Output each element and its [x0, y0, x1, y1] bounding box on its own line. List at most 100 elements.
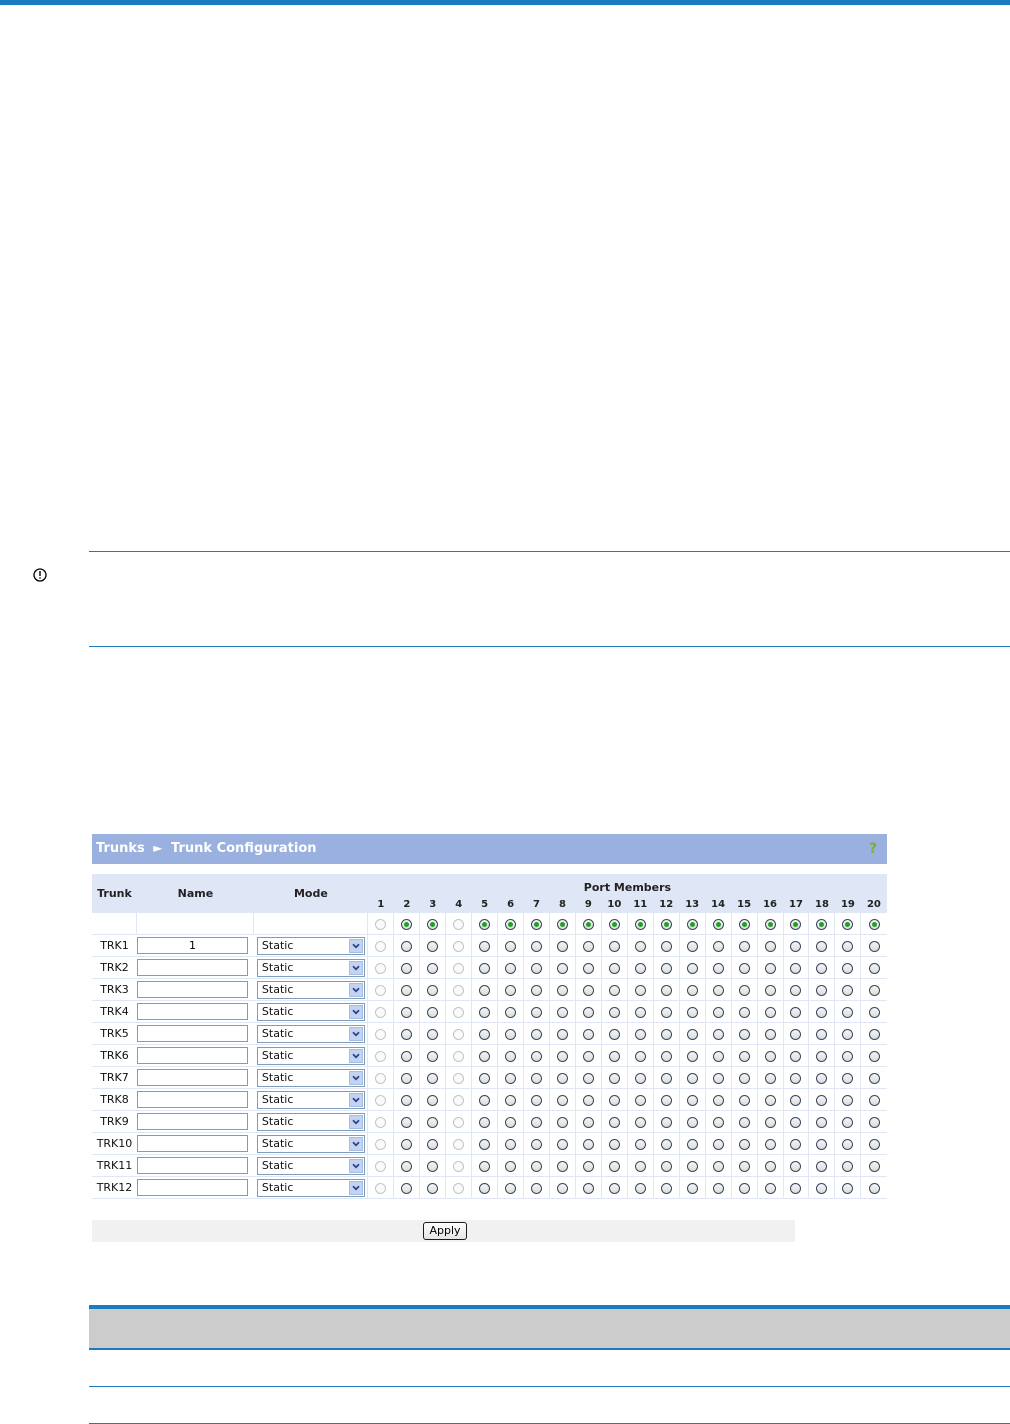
port-member-radio[interactable]	[790, 1050, 802, 1062]
port-member-radio[interactable]	[427, 1050, 439, 1062]
port-member-radio[interactable]	[816, 1182, 828, 1194]
trunk-mode-select[interactable]: Static	[256, 1002, 365, 1021]
port-member-radio[interactable]	[712, 984, 724, 996]
port-member-radio[interactable]	[505, 1028, 517, 1040]
port-member-radio[interactable]	[842, 1094, 854, 1106]
port-member-radio[interactable]	[556, 1182, 568, 1194]
port-member-radio[interactable]	[764, 1182, 776, 1194]
chevron-down-icon[interactable]	[348, 1070, 363, 1085]
port-member-radio[interactable]	[842, 1116, 854, 1128]
select-all-port-radio[interactable]	[531, 918, 542, 930]
port-member-radio[interactable]	[479, 1094, 491, 1106]
port-member-radio[interactable]	[712, 962, 724, 974]
port-member-radio[interactable]	[531, 1028, 542, 1040]
select-all-port-radio[interactable]	[634, 918, 646, 930]
port-member-radio[interactable]	[764, 940, 776, 952]
trunk-name-input[interactable]	[136, 937, 248, 954]
port-member-radio[interactable]	[868, 1116, 880, 1128]
port-member-radio[interactable]	[816, 1050, 828, 1062]
trunk-name-input[interactable]	[136, 1047, 248, 1064]
port-member-radio[interactable]	[660, 1050, 672, 1062]
port-member-radio[interactable]	[868, 1094, 880, 1106]
select-all-port-radio[interactable]	[556, 918, 568, 930]
port-member-radio[interactable]	[738, 984, 750, 996]
port-member-radio[interactable]	[868, 984, 880, 996]
port-member-radio[interactable]	[686, 984, 698, 996]
port-member-radio[interactable]	[868, 1160, 880, 1172]
select-all-port-radio[interactable]	[868, 918, 880, 930]
port-member-radio[interactable]	[556, 984, 568, 996]
port-member-radio[interactable]	[816, 940, 828, 952]
trunk-mode-select[interactable]: Static	[256, 1134, 365, 1153]
port-member-radio[interactable]	[505, 962, 517, 974]
port-member-radio[interactable]	[790, 1006, 802, 1018]
trunk-mode-select[interactable]: Static	[256, 1112, 365, 1131]
port-member-radio[interactable]	[427, 1160, 439, 1172]
chevron-down-icon[interactable]	[348, 1114, 363, 1129]
port-member-radio[interactable]	[479, 984, 491, 996]
port-member-radio[interactable]	[634, 1138, 646, 1150]
port-member-radio[interactable]	[686, 962, 698, 974]
trunk-mode-select[interactable]: Static	[256, 1090, 365, 1109]
port-member-radio[interactable]	[764, 1116, 776, 1128]
port-member-radio[interactable]	[582, 984, 594, 996]
port-member-radio[interactable]	[686, 940, 698, 952]
trunk-mode-select[interactable]: Static	[256, 958, 365, 977]
port-member-radio[interactable]	[868, 940, 880, 952]
trunk-mode-select[interactable]: Static	[256, 1156, 365, 1175]
port-member-radio[interactable]	[582, 1050, 594, 1062]
port-member-radio[interactable]	[531, 984, 542, 996]
trunk-name-input[interactable]	[136, 981, 248, 998]
help-icon[interactable]: ?	[867, 840, 881, 856]
port-member-radio[interactable]	[556, 1028, 568, 1040]
port-member-radio[interactable]	[816, 1072, 828, 1084]
port-member-radio[interactable]	[660, 1028, 672, 1040]
port-member-radio[interactable]	[427, 1138, 439, 1150]
port-member-radio[interactable]	[634, 1050, 646, 1062]
chevron-down-icon[interactable]	[348, 960, 363, 975]
select-all-port-radio[interactable]	[686, 918, 698, 930]
port-member-radio[interactable]	[556, 1138, 568, 1150]
port-member-radio[interactable]	[816, 1138, 828, 1150]
port-member-radio[interactable]	[712, 1138, 724, 1150]
port-member-radio[interactable]	[712, 1160, 724, 1172]
select-all-port-radio[interactable]	[738, 918, 750, 930]
trunk-name-input[interactable]	[136, 1025, 248, 1042]
port-member-radio[interactable]	[531, 1182, 542, 1194]
port-member-radio[interactable]	[608, 1006, 620, 1018]
port-member-radio[interactable]	[582, 1006, 594, 1018]
port-member-radio[interactable]	[816, 1116, 828, 1128]
port-member-radio[interactable]	[401, 984, 413, 996]
port-member-radio[interactable]	[764, 1028, 776, 1040]
port-member-radio[interactable]	[556, 1160, 568, 1172]
port-member-radio[interactable]	[738, 1006, 750, 1018]
port-member-radio[interactable]	[401, 1116, 413, 1128]
port-member-radio[interactable]	[556, 1006, 568, 1018]
trunk-name-input[interactable]	[136, 1113, 248, 1130]
port-member-radio[interactable]	[582, 1028, 594, 1040]
port-member-radio[interactable]	[505, 1072, 517, 1084]
port-member-radio[interactable]	[660, 1138, 672, 1150]
port-member-radio[interactable]	[790, 962, 802, 974]
chevron-down-icon[interactable]	[348, 1004, 363, 1019]
port-member-radio[interactable]	[401, 1006, 413, 1018]
chevron-down-icon[interactable]	[348, 938, 363, 953]
port-member-radio[interactable]	[686, 1028, 698, 1040]
select-all-port-radio[interactable]	[790, 918, 802, 930]
port-member-radio[interactable]	[479, 1050, 491, 1062]
port-member-radio[interactable]	[712, 1006, 724, 1018]
port-member-radio[interactable]	[556, 1072, 568, 1084]
port-member-radio[interactable]	[608, 1160, 620, 1172]
port-member-radio[interactable]	[686, 1160, 698, 1172]
port-member-radio[interactable]	[505, 1116, 517, 1128]
port-member-radio[interactable]	[686, 1094, 698, 1106]
port-member-radio[interactable]	[401, 1050, 413, 1062]
trunk-name-input[interactable]	[136, 1179, 248, 1196]
port-member-radio[interactable]	[608, 1138, 620, 1150]
port-member-radio[interactable]	[842, 1050, 854, 1062]
port-member-radio[interactable]	[531, 1160, 542, 1172]
port-member-radio[interactable]	[427, 1072, 439, 1084]
port-member-radio[interactable]	[427, 1006, 439, 1018]
port-member-radio[interactable]	[401, 1160, 413, 1172]
port-member-radio[interactable]	[712, 1116, 724, 1128]
